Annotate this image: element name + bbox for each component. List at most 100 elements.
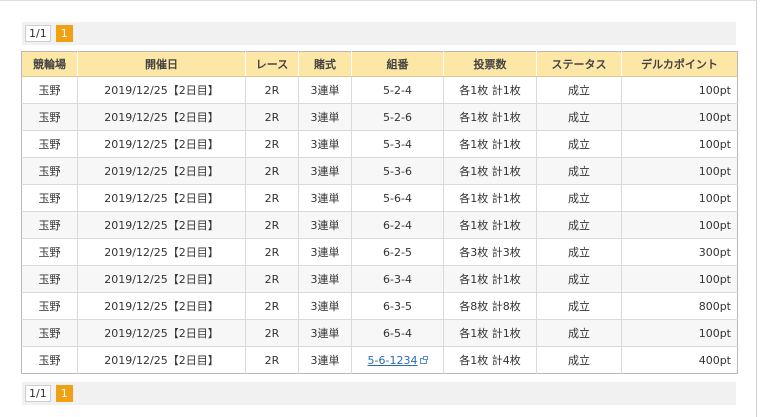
cell-bet-type: 3連単 [298, 265, 352, 293]
cell-bet-type: 3連単 [298, 238, 352, 266]
header-points: デルカポイント [621, 51, 738, 77]
cell-venue: 玉野 [21, 130, 78, 158]
header-date: 開催日 [77, 51, 246, 77]
cell-points: 800pt [621, 292, 738, 320]
cell-status: 成立 [536, 265, 622, 293]
cell-combo: 5-3-6 [351, 157, 444, 185]
cell-bet-type: 3連単 [298, 130, 352, 158]
cell-status: 成立 [536, 211, 622, 239]
page-1-button[interactable]: 1 [55, 25, 73, 42]
cell-bet-type: 3連単 [298, 319, 352, 347]
cell-venue: 玉野 [21, 184, 78, 212]
cell-race: 2R [245, 184, 299, 212]
pager-bottom: 1/1 1 [22, 382, 736, 405]
cell-combo: 5-3-4 [351, 130, 444, 158]
table-row: 玉野 2019/12/25【2日目】 2R 3連単 5-2-6 各1枚 計1枚 成立 100p… [21, 103, 738, 131]
cell-venue: 玉野 [21, 211, 78, 239]
cell-race: 2R [245, 346, 299, 374]
cell-votes: 各1枚 計1枚 [443, 76, 537, 104]
cell-race: 2R [245, 211, 299, 239]
cell-date: 2019/12/25【2日目】 [77, 184, 246, 212]
cell-points: 100pt [621, 157, 738, 185]
cell-status: 成立 [536, 130, 622, 158]
cell-points: 400pt [621, 346, 738, 374]
pager-top: 1/1 1 [22, 22, 736, 45]
cell-points: 100pt [621, 76, 738, 104]
table-row: 玉野 2019/12/25【2日目】 2R 3連単 5-2-4 各1枚 計1枚 成立 100p… [21, 76, 738, 104]
cell-votes: 各1枚 計4枚 [443, 346, 537, 374]
cell-votes: 各1枚 計1枚 [443, 157, 537, 185]
cell-status: 成立 [536, 238, 622, 266]
cell-combo: 6-3-5 [351, 292, 444, 320]
cell-status: 成立 [536, 184, 622, 212]
cell-venue: 玉野 [21, 76, 78, 104]
cell-bet-type: 3連単 [298, 346, 352, 374]
bet-history-table: 競輪場 開催日 レース 賭式 組番 投票数 ステータス デルカポイント 玉野 20… [21, 51, 738, 374]
cell-venue: 玉野 [21, 157, 78, 185]
cell-race: 2R [245, 130, 299, 158]
page-1-button[interactable]: 1 [55, 385, 73, 402]
cell-combo: 6-2-4 [351, 211, 444, 239]
cell-bet-type: 3連単 [298, 184, 352, 212]
table-row: 玉野 2019/12/25【2日目】 2R 3連単 6-2-4 各1枚 計1枚 成立 100p… [21, 211, 738, 239]
cell-venue: 玉野 [21, 238, 78, 266]
cell-combo: 5-2-6 [351, 103, 444, 131]
cell-date: 2019/12/25【2日目】 [77, 130, 246, 158]
cell-venue: 玉野 [21, 319, 78, 347]
cell-bet-type: 3連単 [298, 76, 352, 104]
table-row: 玉野 2019/12/25【2日目】 2R 3連単 5-6-4 各1枚 計1枚 成立 100p… [21, 184, 738, 212]
table-row: 玉野 2019/12/25【2日目】 2R 3連単 5-3-4 各1枚 計1枚 成立 100p… [21, 130, 738, 158]
cell-combo: 5-2-4 [351, 76, 444, 104]
cell-votes: 各1枚 計1枚 [443, 211, 537, 239]
external-window-icon[interactable] [420, 355, 429, 364]
cell-bet-type: 3連単 [298, 211, 352, 239]
cell-status: 成立 [536, 346, 622, 374]
cell-date: 2019/12/25【2日目】 [77, 346, 246, 374]
cell-status: 成立 [536, 103, 622, 131]
cell-status: 成立 [536, 319, 622, 347]
cell-date: 2019/12/25【2日目】 [77, 319, 246, 347]
table-row: 玉野 2019/12/25【2日目】 2R 3連単 6-3-4 各1枚 計1枚 成立 100p… [21, 265, 738, 293]
cell-points: 100pt [621, 211, 738, 239]
header-race: レース [245, 51, 299, 77]
table-row: 玉野 2019/12/25【2日目】 2R 3連単 5-6-1234 各1枚 計4枚 成立 4… [22, 346, 738, 374]
cell-points: 100pt [621, 103, 738, 131]
cell-votes: 各1枚 計1枚 [443, 319, 537, 347]
cell-votes: 各1枚 計1枚 [443, 265, 537, 293]
content-frame: 1/1 1 競輪場 開催日 レース 賭式 組番 投票数 ステータス デルカポイン… [0, 0, 757, 417]
header-status: ステータス [536, 51, 622, 77]
cell-votes: 各1枚 計1枚 [443, 103, 537, 131]
cell-date: 2019/12/25【2日目】 [77, 103, 246, 131]
cell-combo: 6-3-4 [351, 265, 444, 293]
cell-race: 2R [245, 238, 299, 266]
cell-points: 100pt [621, 319, 738, 347]
header-venue: 競輪場 [21, 51, 78, 77]
cell-status: 成立 [536, 76, 622, 104]
cell-points: 100pt [621, 130, 738, 158]
cell-venue: 玉野 [21, 103, 78, 131]
cell-bet-type: 3連単 [298, 157, 352, 185]
page-count-label: 1/1 [25, 25, 51, 42]
cell-race: 2R [245, 292, 299, 320]
header-combo: 組番 [351, 51, 444, 77]
cell-votes: 各3枚 計3枚 [443, 238, 537, 266]
cell-combo: 6-2-5 [351, 238, 444, 266]
cell-date: 2019/12/25【2日目】 [77, 211, 246, 239]
cell-combo: 5-6-1234 [351, 346, 444, 374]
cell-race: 2R [245, 265, 299, 293]
cell-race: 2R [245, 103, 299, 131]
page-count-label: 1/1 [25, 385, 51, 402]
cell-date: 2019/12/25【2日目】 [77, 265, 246, 293]
cell-points: 300pt [621, 238, 738, 266]
cell-votes: 各1枚 計1枚 [443, 184, 537, 212]
cell-race: 2R [245, 319, 299, 347]
cell-combo: 5-6-4 [351, 184, 444, 212]
table-row: 玉野 2019/12/25【2日目】 2R 3連単 5-3-6 各1枚 計1枚 成立 100p… [21, 157, 738, 185]
header-votes: 投票数 [443, 51, 537, 77]
cell-date: 2019/12/25【2日目】 [77, 157, 246, 185]
cell-votes: 各1枚 計1枚 [443, 130, 537, 158]
cell-date: 2019/12/25【2日目】 [77, 292, 246, 320]
combo-link[interactable]: 5-6-1234 [368, 354, 418, 367]
cell-date: 2019/12/25【2日目】 [77, 76, 246, 104]
cell-status: 成立 [536, 292, 622, 320]
